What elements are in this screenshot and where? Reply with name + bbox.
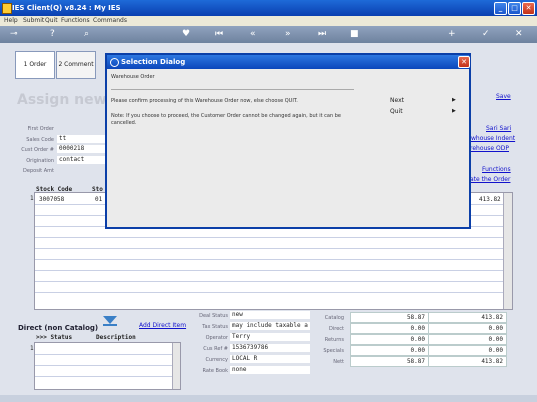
tax-status-field: may include taxable a bbox=[230, 322, 310, 330]
specials-total-1: 0.00 bbox=[350, 345, 429, 356]
accept-icon[interactable]: ✓ bbox=[482, 29, 490, 40]
toolbar: ⊸ ? ⌕ ♥ ⏮ « » ⏭ ■ + ✓ ✕ bbox=[0, 26, 537, 43]
deposit-label: Deposit Amt bbox=[23, 168, 54, 174]
warehouse-odp-link[interactable]: rehouse ODP bbox=[470, 145, 509, 152]
functions-link[interactable]: Functions bbox=[482, 166, 511, 173]
stop-icon[interactable]: ■ bbox=[350, 29, 359, 40]
direct-total-1: 0.00 bbox=[350, 323, 429, 334]
nett-total-1: 58.87 bbox=[350, 356, 429, 367]
option-quit-label: Quit bbox=[390, 108, 403, 115]
search-icon[interactable]: ⌕ bbox=[84, 29, 89, 40]
cust-ref-label: Cus Ref # bbox=[203, 346, 228, 352]
menu-functions[interactable]: Functions bbox=[61, 17, 90, 24]
cust-order-field[interactable]: 0000218 bbox=[57, 145, 105, 153]
cancel-icon[interactable]: ✕ bbox=[515, 29, 523, 40]
sari-link[interactable]: Sari Sari bbox=[486, 125, 511, 132]
dialog-divider bbox=[111, 89, 354, 90]
sales-code-field[interactable]: tt bbox=[57, 135, 105, 143]
direct-row-number: 1 bbox=[30, 345, 34, 352]
dialog-title: Selection Dialog bbox=[121, 58, 186, 66]
window-title: IES Client(Q) v8.24 : My IES bbox=[12, 4, 121, 12]
chevron-right-icon: ▶ bbox=[452, 97, 456, 103]
direct-grid bbox=[34, 342, 181, 390]
direct-title: Direct (non Catalog) bbox=[18, 324, 99, 332]
grid-scrollbar[interactable] bbox=[503, 193, 512, 309]
col-status: >>> Status bbox=[36, 334, 73, 341]
help-icon[interactable]: ? bbox=[50, 29, 55, 40]
first-order-label: First Order bbox=[27, 126, 54, 132]
option-next[interactable]: Next ▶ bbox=[390, 97, 460, 105]
origination-label: Origination bbox=[26, 158, 54, 164]
key-icon[interactable]: ⊸ bbox=[10, 29, 18, 40]
favorite-icon[interactable]: ♥ bbox=[182, 29, 190, 40]
menu-quit[interactable]: Quit bbox=[45, 17, 58, 24]
currency-field: LOCAL R bbox=[230, 355, 310, 363]
rate-book-field: none bbox=[230, 366, 310, 374]
dialog-icon bbox=[110, 58, 119, 67]
returns-label: Returns bbox=[324, 337, 344, 343]
dialog-body: Warehouse Order Please confirm processin… bbox=[107, 69, 469, 227]
dialog-title-bar: Selection Dialog ✕ bbox=[107, 55, 470, 69]
currency-label: Currency bbox=[205, 357, 228, 363]
menu-bar: Help Submit Quit Functions Commands bbox=[0, 16, 537, 26]
first-icon[interactable]: ⏮ bbox=[215, 29, 223, 40]
deal-status-field: new bbox=[230, 311, 310, 319]
option-quit[interactable]: Quit ▶ bbox=[390, 108, 460, 116]
tab-order[interactable]: 1 Order bbox=[15, 51, 55, 79]
specials-total-2: 0.00 bbox=[428, 345, 507, 356]
save-link[interactable]: Save bbox=[496, 93, 511, 100]
operator-field: Terry bbox=[230, 333, 310, 341]
menu-commands[interactable]: Commands bbox=[93, 17, 127, 24]
down-arrow-icon[interactable] bbox=[101, 314, 119, 326]
origination-field[interactable]: contact bbox=[57, 156, 105, 164]
catalog-label: Catalog bbox=[324, 315, 344, 321]
rate-order-link[interactable]: ate the Order bbox=[470, 176, 510, 183]
close-button[interactable]: ✕ bbox=[522, 2, 535, 15]
dialog-message: Please confirm processing of this Wareho… bbox=[111, 98, 298, 104]
minimize-button[interactable]: _ bbox=[494, 2, 507, 15]
deal-status-label: Deal Status bbox=[199, 313, 228, 319]
row-total: 413.82 bbox=[479, 196, 501, 203]
status-strip bbox=[0, 395, 537, 402]
direct-label: Direct bbox=[329, 326, 344, 332]
warehouse-indent-link[interactable]: whouse Indent bbox=[471, 135, 515, 142]
returns-total-2: 0.00 bbox=[428, 334, 507, 345]
nett-total-2: 413.82 bbox=[428, 356, 507, 367]
row-stock-code[interactable]: 3007058 bbox=[39, 196, 64, 203]
app-icon bbox=[2, 3, 12, 14]
last-icon[interactable]: ⏭ bbox=[318, 29, 326, 40]
operator-label: Operator bbox=[205, 335, 228, 341]
maximize-button[interactable]: □ bbox=[508, 2, 521, 15]
menu-submit[interactable]: Submit bbox=[23, 17, 44, 24]
direct-scrollbar[interactable] bbox=[172, 343, 180, 389]
tax-status-label: Tax Status bbox=[202, 324, 228, 330]
catalog-total-2: 413.82 bbox=[428, 312, 507, 323]
nett-label: Nett bbox=[333, 359, 344, 365]
row-number: 1 bbox=[30, 195, 34, 202]
sales-code-label: Sales Code bbox=[26, 137, 54, 143]
selection-dialog: Selection Dialog ✕ Warehouse Order Pleas… bbox=[105, 53, 471, 229]
next-icon[interactable]: » bbox=[285, 29, 291, 40]
col-description: Description bbox=[96, 334, 136, 341]
rate-book-label: Rate Book bbox=[202, 368, 229, 374]
catalog-total-1: 58.87 bbox=[350, 312, 429, 323]
title-bar: IES Client(Q) v8.24 : My IES _ □ ✕ bbox=[0, 0, 537, 16]
dialog-close-button[interactable]: ✕ bbox=[458, 56, 470, 68]
returns-total-1: 0.00 bbox=[350, 334, 429, 345]
dialog-subtitle: Warehouse Order bbox=[111, 74, 155, 80]
add-icon[interactable]: + bbox=[448, 29, 456, 40]
prev-icon[interactable]: « bbox=[250, 29, 256, 40]
cust-ref-field: 1536739786 bbox=[230, 344, 310, 352]
specials-label: Specials bbox=[323, 348, 344, 354]
direct-total-2: 0.00 bbox=[428, 323, 507, 334]
dialog-note: Note: If you choose to proceed, the Cust… bbox=[111, 113, 341, 126]
row-store: 01 bbox=[95, 196, 103, 203]
option-next-label: Next bbox=[390, 97, 404, 104]
add-direct-item-link[interactable]: Add Direct Item bbox=[139, 322, 186, 329]
menu-help[interactable]: Help bbox=[4, 17, 18, 24]
chevron-right-icon: ▶ bbox=[452, 108, 456, 114]
tab-comment[interactable]: 2 Comment bbox=[56, 51, 96, 79]
cust-order-label: Cust Order # bbox=[21, 147, 54, 153]
